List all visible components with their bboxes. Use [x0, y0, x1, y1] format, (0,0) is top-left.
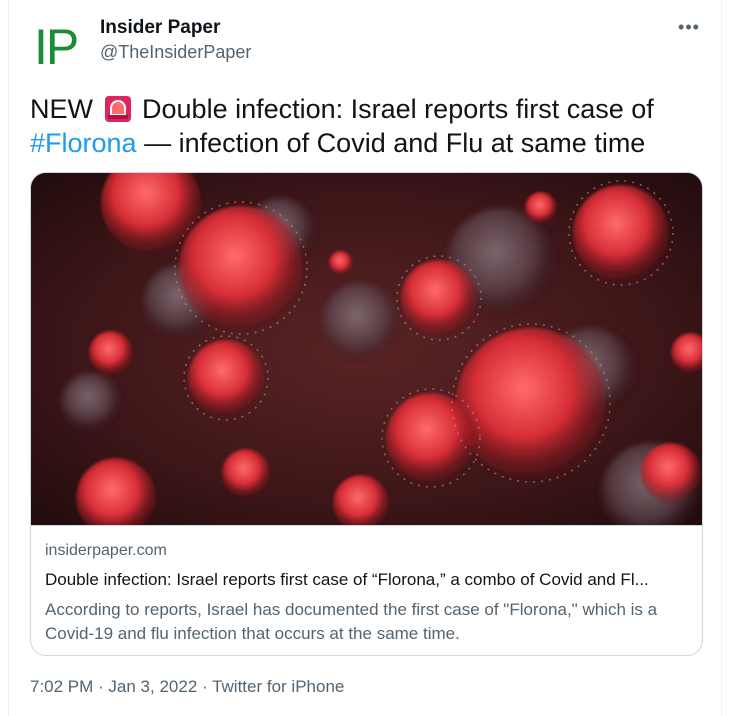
tweet-line-1: Double infection: Israel reports first c…	[142, 94, 654, 124]
tweet-text: NEW Double infection: Israel reports fir…	[30, 92, 710, 160]
police-light-icon	[104, 96, 131, 122]
more-options-icon[interactable]: •••	[676, 14, 702, 40]
virus-illustration	[31, 173, 702, 525]
avatar-logo-text: IP	[34, 19, 79, 75]
hashtag-link[interactable]: #Florona	[30, 128, 137, 158]
tweet: IP Insider Paper @TheInsiderPaper ••• NE…	[0, 0, 740, 716]
card-domain: insiderpaper.com	[45, 542, 167, 559]
card-image[interactable]	[31, 173, 702, 525]
card-description: According to reports, Israel has documen…	[45, 600, 658, 643]
card-title: Double infection: Israel reports first c…	[45, 570, 649, 589]
tweet-line-2: — infection of Covid and Flu at same tim…	[144, 128, 646, 158]
tweet-timestamp[interactable]: 7:02 PM · Jan 3, 2022 · Twitter for iPho…	[30, 677, 344, 697]
avatar[interactable]: IP	[30, 18, 88, 76]
author-name[interactable]: Insider Paper	[100, 17, 220, 39]
link-preview-card[interactable]: insiderpaper.com Double infection: Israe…	[30, 172, 703, 656]
author-handle[interactable]: @TheInsiderPaper	[100, 42, 251, 63]
tweet-prefix: NEW	[30, 94, 93, 124]
card-body[interactable]: insiderpaper.com Double infection: Israe…	[31, 525, 702, 655]
